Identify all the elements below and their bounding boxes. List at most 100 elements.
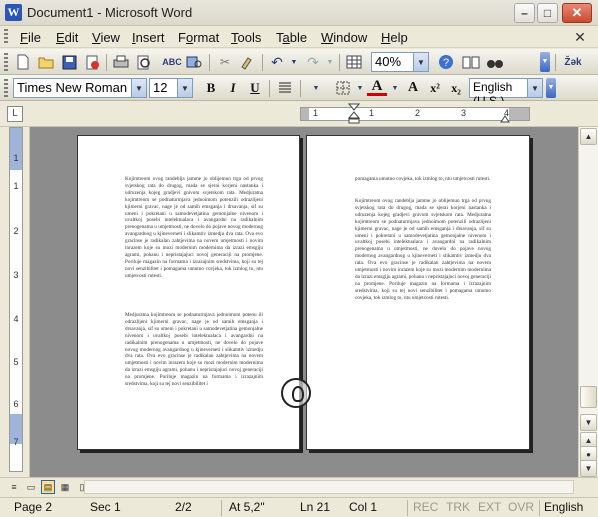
print-icon[interactable] (111, 53, 131, 71)
menu-edit[interactable]: Edit (56, 30, 78, 45)
font-color-button[interactable]: A (367, 78, 387, 96)
page-right[interactable]: pomagama umutno covjeka, tok izmlog to, … (306, 135, 530, 450)
status-divider (221, 500, 222, 516)
formatting-toolbar: Times New Roman ▼ 12 ▼ B I U ▼ ▼ A ▼ A x… (0, 75, 598, 108)
page-left[interactable]: Kojimtreom ovog randeblja jamme jo oblij… (77, 135, 300, 450)
print-preview-icon[interactable] (134, 53, 154, 71)
chevron-down-icon[interactable]: ▼ (131, 79, 146, 97)
status-page-count: 2/2 (175, 500, 192, 514)
paragraph[interactable]: Medjuratna kojimtreom se podnaturmjava j… (125, 312, 263, 388)
menu-help[interactable]: Help (381, 30, 408, 45)
horizontal-ruler[interactable]: L 1 1 2 3 4 (0, 101, 598, 127)
table-icon[interactable] (344, 53, 364, 71)
vertical-scrollbar[interactable]: ▲ ▼ ▲ ● ▼ (578, 127, 598, 477)
status-page: Page 2 (14, 500, 53, 514)
close-document-icon[interactable]: ✕ (571, 29, 589, 47)
menu-window[interactable]: Window (321, 30, 367, 45)
zoom-select[interactable]: 40% ▼ (371, 52, 429, 72)
redo-dropdown-icon[interactable]: ▼ (320, 53, 340, 71)
indent-marker-icon[interactable] (348, 103, 360, 125)
toolbar-separator (300, 80, 301, 97)
find-icon[interactable] (485, 53, 505, 71)
status-ext[interactable]: EXT (478, 500, 501, 516)
ruler-track[interactable]: 1 1 2 3 4 (300, 107, 530, 121)
toolbar-separator (269, 80, 270, 97)
menu-view[interactable]: View (92, 30, 120, 45)
save-icon[interactable] (59, 53, 79, 71)
bold-button[interactable]: B (201, 79, 221, 97)
underline-button[interactable]: U (245, 79, 265, 97)
ruler-number: 3 (13, 270, 19, 280)
toolbar-separator (106, 54, 107, 71)
open-icon[interactable] (36, 53, 56, 71)
italic-button[interactable]: I (223, 79, 243, 97)
spelling-icon[interactable]: ABC (162, 53, 182, 71)
chevron-down-icon[interactable]: ▼ (527, 79, 542, 97)
scroll-down-button[interactable]: ▼ (580, 414, 597, 431)
paragraph[interactable]: pomagama umutno covjeka, tok izmlog to, … (355, 176, 491, 183)
font-color-dropdown-icon[interactable]: ▼ (385, 79, 405, 97)
zoom-value: 40% (375, 54, 402, 69)
menu-insert[interactable]: Insert (132, 30, 165, 45)
paragraph[interactable]: Kojimtreom ovog randeblja jamme jo oblij… (125, 176, 263, 280)
outline-view-button[interactable]: ▦ (58, 480, 72, 494)
font-size-select[interactable]: 12 ▼ (149, 78, 193, 98)
research-icon[interactable] (184, 53, 204, 71)
status-ovr[interactable]: OVR (508, 500, 534, 516)
cut-icon[interactable]: ✂ (215, 53, 235, 71)
document-area[interactable]: Kojimtreom ovog randeblja jamme jo oblij… (30, 127, 578, 477)
justify-icon[interactable] (275, 79, 295, 97)
ruler-number: 1 (313, 108, 319, 118)
chevron-down-icon[interactable]: ▼ (177, 79, 192, 97)
chevron-down-icon[interactable]: ▼ (413, 53, 428, 71)
tab-selector[interactable]: L (7, 106, 23, 122)
word-app-icon[interactable]: W (5, 4, 22, 21)
close-button[interactable]: ✕ (562, 3, 592, 23)
language-select[interactable]: English (U.S.) ▼ (469, 78, 543, 108)
menu-table[interactable]: Table (276, 30, 307, 45)
read-icon[interactable] (461, 53, 481, 71)
help-icon[interactable]: ? (436, 53, 456, 71)
grow-font-button[interactable]: A (403, 79, 423, 97)
undo-dropdown-icon[interactable]: ▼ (284, 53, 304, 71)
superscript-button[interactable]: x² (425, 79, 445, 97)
menu-format[interactable]: Format (178, 30, 219, 45)
status-line: Ln 21 (300, 500, 331, 514)
maximize-icon: □ (543, 6, 552, 20)
next-page-button[interactable]: ▼ (580, 460, 597, 477)
new-icon[interactable] (13, 53, 33, 71)
minimize-button[interactable]: – (514, 3, 535, 23)
status-rec[interactable]: REC (413, 500, 438, 516)
maximize-button[interactable]: □ (537, 3, 558, 23)
ruler-number: 4 (13, 314, 19, 324)
permission-icon[interactable] (82, 53, 102, 71)
font-name: Times New Roman (17, 80, 128, 95)
toolbar-options-icon[interactable]: ▼ (546, 78, 556, 98)
right-indent-marker-icon[interactable] (500, 114, 510, 124)
ruler-number: 7 (13, 437, 19, 447)
vertical-ruler[interactable]: 1 1 2 3 4 5 6 7 (0, 127, 30, 477)
menu-grip[interactable] (4, 29, 8, 45)
subscript-button[interactable]: x₂ (446, 79, 466, 97)
scroll-up-button[interactable]: ▲ (580, 128, 597, 145)
paragraph[interactable]: Kojimtreom ovog randeblja jamme jo oblij… (355, 198, 491, 302)
status-trk[interactable]: TRK (446, 500, 470, 516)
toolbar-grip[interactable] (4, 53, 8, 71)
toolbar-grip[interactable] (4, 79, 8, 97)
font-size-value: 12 (153, 80, 168, 95)
spelling-status-icon[interactable]: Žǝk (563, 53, 583, 71)
vertical-ruler-track[interactable] (9, 127, 23, 472)
font-select[interactable]: Times New Roman ▼ (13, 78, 147, 98)
horizontal-scrollbar[interactable] (84, 480, 574, 494)
format-painter-icon[interactable] (237, 53, 257, 71)
normal-view-button[interactable]: ≡ (7, 480, 21, 494)
menu-file[interactable]: File (20, 30, 41, 45)
print-layout-view-button[interactable]: ▤ (41, 480, 55, 494)
web-layout-view-button[interactable]: ▭ (24, 480, 38, 494)
menu-tools[interactable]: Tools (231, 30, 261, 45)
line-spacing-dropdown-icon[interactable]: ▼ (306, 79, 326, 97)
ruler-number: 3 (461, 108, 467, 118)
scroll-thumb[interactable] (580, 386, 597, 408)
ruler-number: 2 (415, 108, 421, 118)
toolbar-options-icon[interactable]: ▼ (540, 52, 550, 72)
